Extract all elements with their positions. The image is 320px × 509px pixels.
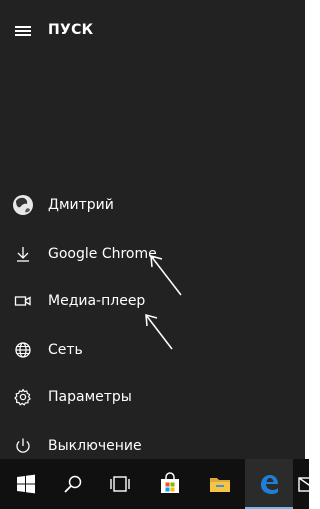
store-icon[interactable]: [157, 471, 183, 497]
menu-item-label: Google Chrome: [48, 246, 157, 262]
globe-icon: [13, 340, 33, 360]
menu-item-label: Медиа-плеер: [48, 293, 146, 309]
edge-taskbar-button[interactable]: [245, 459, 293, 509]
user-avatar: [13, 195, 33, 215]
task-view-icon[interactable]: [107, 471, 133, 497]
edge-icon: [261, 475, 278, 494]
menu-item-settings[interactable]: Параметры: [0, 379, 305, 415]
start-header: ПУСК: [0, 0, 305, 56]
user-account-item[interactable]: Дмитрий: [0, 187, 305, 223]
search-icon[interactable]: [60, 471, 86, 497]
annotation-arrow-media-player: [145, 313, 173, 350]
user-name: Дмитрий: [48, 197, 114, 213]
video-camera-icon: [13, 291, 33, 311]
menu-item-label: Параметры: [48, 389, 132, 405]
gear-icon: [13, 387, 33, 407]
download-icon: [13, 244, 33, 264]
menu-item-label: Выключение: [48, 438, 142, 454]
start-menu: ПУСК Дмитрий Google Chrome Медиа-плеер С…: [0, 0, 305, 459]
windows-start-icon[interactable]: [13, 471, 39, 497]
desktop-edge: [305, 0, 309, 459]
start-title: ПУСК: [48, 22, 94, 38]
file-explorer-icon[interactable]: [207, 471, 233, 497]
taskbar: [0, 459, 309, 509]
menu-item-label: Сеть: [48, 342, 83, 358]
menu-item-power[interactable]: Выключение: [0, 428, 305, 459]
annotation-arrow-chrome: [150, 254, 182, 296]
hamburger-icon[interactable]: [15, 26, 31, 36]
power-icon: [13, 436, 33, 456]
mail-icon[interactable]: [297, 471, 309, 497]
